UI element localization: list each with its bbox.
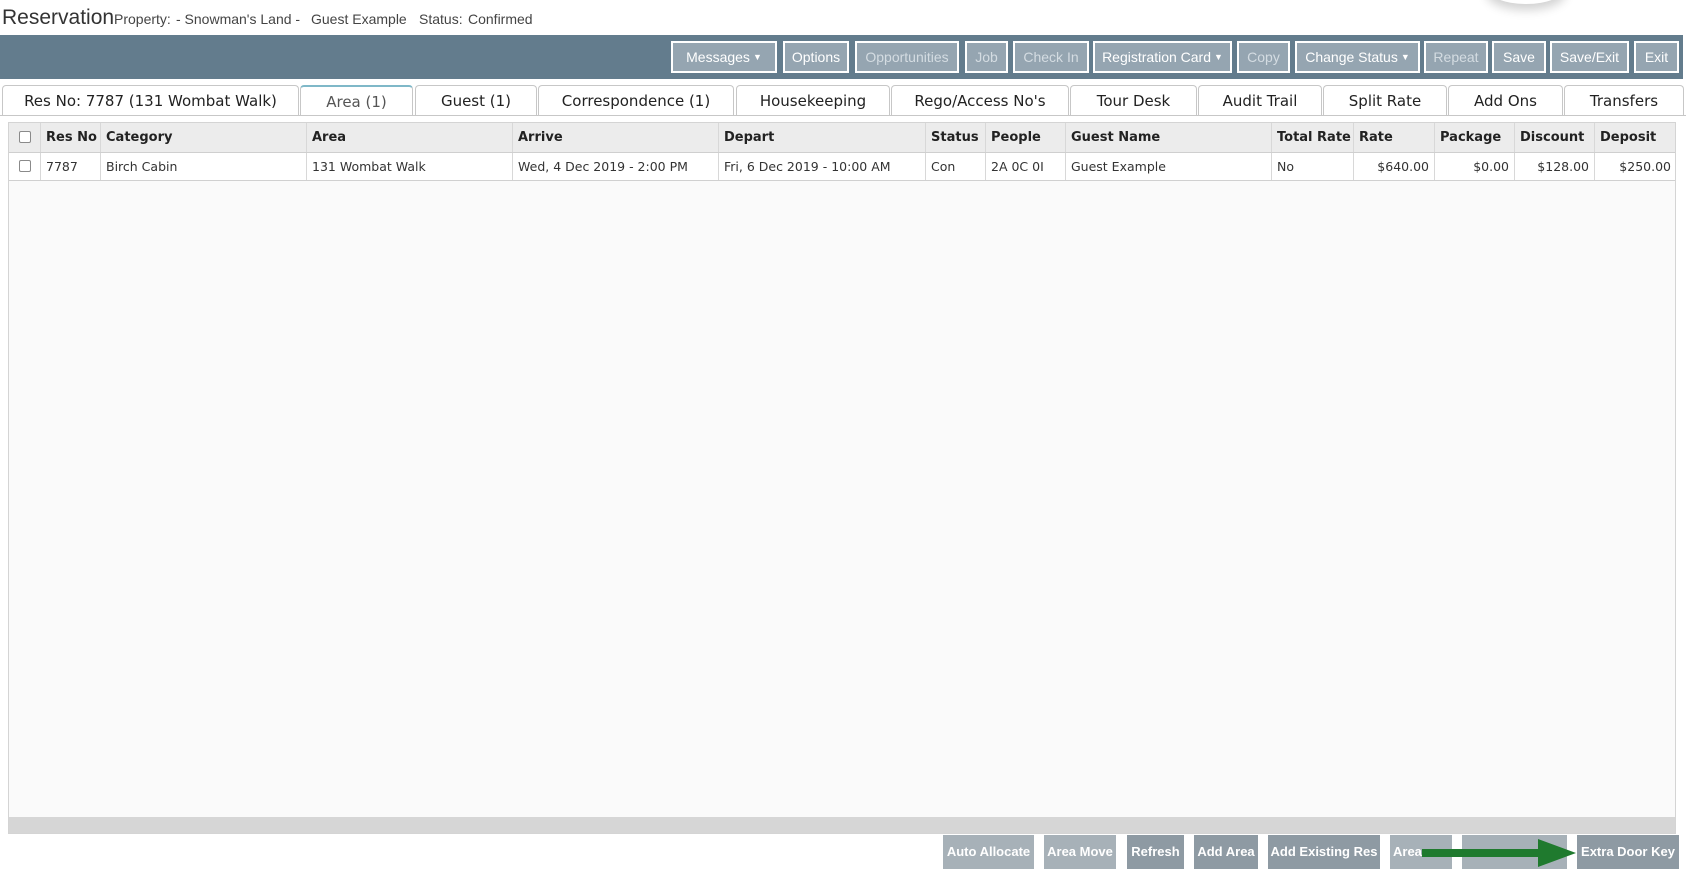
save-exit-button[interactable]: Save/Exit <box>1550 41 1629 73</box>
column-header-rate[interactable]: Rate <box>1354 123 1435 152</box>
grid-header: Res No Category Area Arrive Depart Statu… <box>9 123 1675 153</box>
tab-split-rate[interactable]: Split Rate <box>1323 85 1447 115</box>
tab-correspondence[interactable]: Correspondence (1) <box>538 85 734 115</box>
copy-button[interactable]: Copy <box>1237 41 1290 73</box>
tab-audit-trail[interactable]: Audit Trail <box>1198 85 1322 115</box>
cell-depart: Fri, 6 Dec 2019 - 10:00 AM <box>719 153 926 180</box>
chevron-down-icon: ▼ <box>1214 52 1223 62</box>
reservation-window: Reservation Property: - Snowman's Land -… <box>0 0 1686 876</box>
column-header-package[interactable]: Package <box>1435 123 1515 152</box>
row-checkbox[interactable] <box>19 160 31 172</box>
cell-area: 131 Wombat Walk <box>307 153 513 180</box>
property-value: - Snowman's Land - <box>176 11 301 27</box>
annotation-arrow-icon <box>1422 839 1576 867</box>
auto-allocate-button[interactable]: Auto Allocate <box>943 835 1034 869</box>
tab-add-ons[interactable]: Add Ons <box>1448 85 1563 115</box>
column-header-guest-name[interactable]: Guest Name <box>1066 123 1272 152</box>
opportunities-button[interactable]: Opportunities <box>855 41 959 73</box>
column-header-category[interactable]: Category <box>101 123 307 152</box>
change-status-label: Change Status <box>1305 49 1398 65</box>
cell-deposit: $250.00 <box>1595 153 1675 180</box>
page-title: Reservation <box>2 6 115 29</box>
cell-category: Birch Cabin <box>101 153 307 180</box>
column-header-deposit[interactable]: Deposit <box>1595 123 1675 152</box>
corner-decoration <box>1486 0 1566 4</box>
job-button[interactable]: Job <box>965 41 1008 73</box>
chevron-down-icon: ▼ <box>752 52 762 62</box>
messages-label: Messages <box>686 49 750 65</box>
horizontal-scrollbar[interactable] <box>9 817 1675 833</box>
tab-guest[interactable]: Guest (1) <box>415 85 537 115</box>
column-header-people[interactable]: People <box>986 123 1066 152</box>
tab-rego-access[interactable]: Rego/Access No's <box>891 85 1069 115</box>
select-all-checkbox[interactable] <box>19 131 31 143</box>
guest-name-header: Guest Example <box>311 11 407 27</box>
column-header-arrive[interactable]: Arrive <box>513 123 719 152</box>
property-label: Property: <box>114 11 171 27</box>
area-grid: Res No Category Area Arrive Depart Statu… <box>8 122 1676 834</box>
status-label: Status: <box>419 11 463 27</box>
change-status-button[interactable]: Change Status ▼ <box>1295 41 1420 73</box>
table-row[interactable]: 7787 Birch Cabin 131 Wombat Walk Wed, 4 … <box>9 153 1675 181</box>
tab-bar: Res No: 7787 (131 Wombat Walk) Area (1) … <box>0 85 1686 115</box>
refresh-button[interactable]: Refresh <box>1127 835 1184 869</box>
save-button[interactable]: Save <box>1492 41 1546 73</box>
cell-res-no: 7787 <box>41 153 101 180</box>
cell-package: $0.00 <box>1435 153 1515 180</box>
registration-card-button[interactable]: Registration Card ▼ <box>1093 41 1232 73</box>
registration-card-label: Registration Card <box>1102 49 1211 65</box>
cell-guest-name: Guest Example <box>1066 153 1272 180</box>
cell-arrive: Wed, 4 Dec 2019 - 2:00 PM <box>513 153 719 180</box>
header-select-cell <box>9 123 41 152</box>
column-header-status[interactable]: Status <box>926 123 986 152</box>
area-move-button[interactable]: Area Move <box>1044 835 1116 869</box>
column-header-depart[interactable]: Depart <box>719 123 926 152</box>
check-in-button[interactable]: Check In <box>1013 41 1089 73</box>
title-bar: Reservation Property: - Snowman's Land -… <box>0 0 1686 35</box>
tab-transfers[interactable]: Transfers <box>1564 85 1684 115</box>
exit-button[interactable]: Exit <box>1634 41 1679 73</box>
column-header-res-no[interactable]: Res No <box>41 123 101 152</box>
tab-housekeeping[interactable]: Housekeeping <box>736 85 890 115</box>
column-header-area[interactable]: Area <box>307 123 513 152</box>
column-header-discount[interactable]: Discount <box>1515 123 1595 152</box>
add-area-button[interactable]: Add Area <box>1194 835 1258 869</box>
repeat-button[interactable]: Repeat <box>1424 41 1488 73</box>
column-header-total-rate[interactable]: Total Rate <box>1272 123 1354 152</box>
status-value: Confirmed <box>468 11 533 27</box>
cell-discount: $128.00 <box>1515 153 1595 180</box>
tab-res-no[interactable]: Res No: 7787 (131 Wombat Walk) <box>2 85 299 115</box>
extra-door-key-button[interactable]: Extra Door Key <box>1577 835 1679 869</box>
tab-divider <box>0 115 1686 116</box>
toolbar: Messages ▼ Options Opportunities Job Chec… <box>0 35 1683 79</box>
cell-rate: $640.00 <box>1354 153 1435 180</box>
options-button[interactable]: Options <box>783 41 849 73</box>
messages-button[interactable]: Messages ▼ <box>671 41 777 73</box>
chevron-down-icon: ▼ <box>1400 52 1410 62</box>
cell-total-rate: No <box>1272 153 1354 180</box>
cell-status: Con <box>926 153 986 180</box>
add-existing-res-button[interactable]: Add Existing Res <box>1268 835 1380 869</box>
tab-tour-desk[interactable]: Tour Desk <box>1070 85 1197 115</box>
cell-people: 2A 0C 0I <box>986 153 1066 180</box>
row-select-cell <box>9 153 41 180</box>
tab-area[interactable]: Area (1) <box>300 85 413 115</box>
